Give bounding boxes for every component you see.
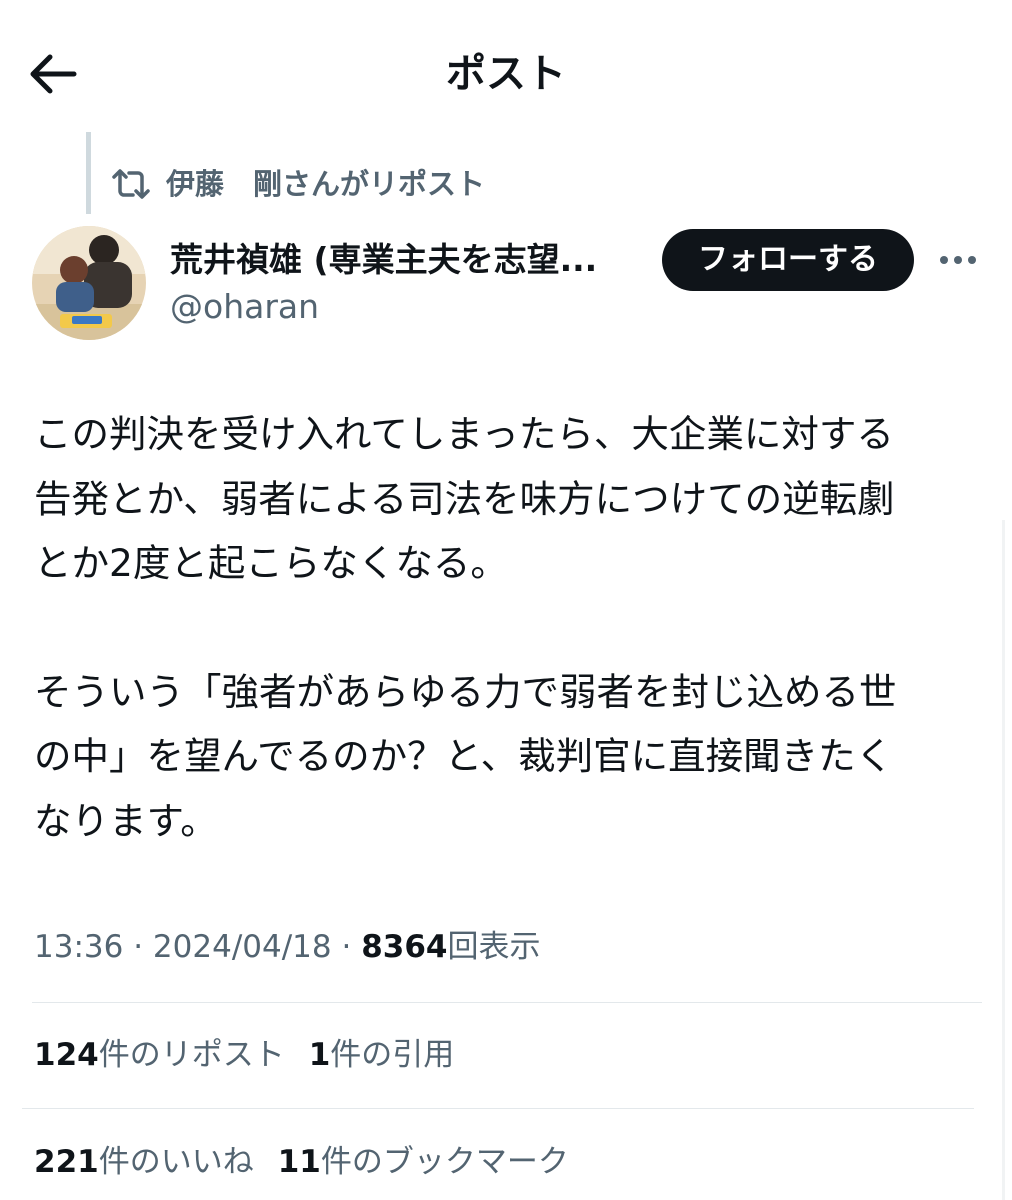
repost-label: 伊藤 剛さんがリポスト: [166, 167, 486, 201]
divider: [22, 1108, 974, 1109]
avatar[interactable]: [32, 226, 146, 340]
thread-line: [86, 132, 91, 214]
post-line: とか2度と起こらなくなる。: [34, 541, 508, 585]
quotes-stat[interactable]: 1件の引用: [309, 1030, 455, 1080]
follow-button[interactable]: フォローする: [662, 229, 914, 291]
view-count-label: 回表示: [447, 929, 541, 965]
repost-context[interactable]: 伊藤 剛さんがリポスト: [110, 164, 485, 204]
author-name[interactable]: 荒井禎雄 (専業主夫を志望...: [170, 236, 640, 284]
more-options-button[interactable]: [934, 244, 982, 276]
scrollbar[interactable]: [1002, 520, 1005, 1200]
repost-icon: [112, 169, 150, 199]
post-line: なります。: [34, 798, 218, 843]
post-line: 告発とか、弱者による司法を味方につけての逆転劇: [34, 476, 895, 521]
post-line: そういう「強者があらゆる力で弱者を封じ込める世: [34, 669, 897, 714]
divider: [32, 1002, 982, 1003]
bookmarks-stat[interactable]: 11件のブックマーク: [278, 1137, 569, 1187]
post-line: この判決を受け入れてしまったら、大企業に対する: [34, 412, 894, 456]
repost-stats-row: 124件のリポスト 1件の引用: [34, 1030, 454, 1080]
likes-count: 221: [34, 1144, 99, 1180]
like-stats-row: 221件のいいね 11件のブックマーク: [34, 1137, 569, 1187]
meta-separator: ·: [341, 929, 352, 965]
reposts-count: 124: [34, 1037, 99, 1073]
quotes-count: 1: [308, 1037, 331, 1073]
more-dots-icon: [940, 256, 976, 264]
view-count: 8364: [361, 929, 448, 965]
post-meta: 13:36 · 2024/04/18 · 8364回表示: [34, 922, 540, 972]
post-time[interactable]: 13:36: [34, 929, 123, 965]
post-text: この判決を受け入れてしまったら、大企業に対する 告発とか、弱者による司法を味方に…: [34, 402, 984, 853]
bookmarks-label: 件のブックマーク: [320, 1144, 569, 1180]
post-line: の中」を望んでるのか？と、裁判官に直接聞きたく: [34, 734, 894, 778]
bookmarks-count: 11: [277, 1144, 321, 1180]
likes-label: 件のいいね: [98, 1144, 254, 1180]
top-bar: ポスト: [0, 0, 1012, 150]
page-title: ポスト: [446, 51, 566, 97]
quotes-label: 件の引用: [330, 1037, 455, 1073]
reposts-stat[interactable]: 124件のリポスト: [34, 1030, 285, 1080]
reposts-label: 件のリポスト: [98, 1037, 285, 1073]
meta-separator: ·: [133, 929, 144, 965]
author-handle[interactable]: @oharan: [170, 284, 319, 330]
post-date[interactable]: 2024/04/18: [153, 929, 332, 965]
likes-stat[interactable]: 221件のいいね: [34, 1137, 254, 1187]
